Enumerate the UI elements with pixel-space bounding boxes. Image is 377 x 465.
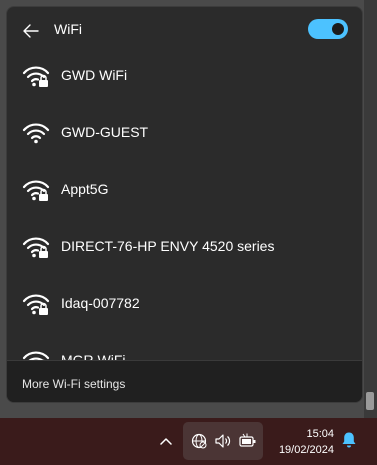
network-item[interactable]: Appt5G: [7, 161, 362, 218]
wifi-lock-icon: [22, 237, 50, 258]
chevron-up-icon: [160, 438, 172, 445]
network-globe-icon: [191, 433, 207, 449]
wifi-icon: [22, 123, 50, 144]
network-name: Appt5G: [61, 181, 109, 197]
arrow-left-icon: [23, 24, 39, 38]
wifi-lock-icon: [22, 294, 50, 315]
flyout-title: WiFi: [54, 21, 82, 37]
network-item[interactable]: GWD-GUEST: [7, 104, 362, 161]
notification-bell-icon[interactable]: [341, 431, 357, 449]
scrollbar-thumb[interactable]: [366, 392, 374, 410]
network-item[interactable]: DIRECT-76-HP ENVY 4520 series: [7, 218, 362, 275]
network-name: MGR WiFi: [61, 352, 126, 360]
network-name: GWD-GUEST: [61, 124, 149, 140]
wifi-toggle[interactable]: [308, 19, 348, 39]
wifi-flyout: WiFi GWD WiFi GWD-GUEST Appt5G DIRECT-76…: [6, 6, 363, 403]
network-item[interactable]: MGR WiFi: [7, 332, 362, 360]
show-hidden-icons-button[interactable]: [157, 431, 175, 451]
more-wifi-settings-link[interactable]: More Wi-Fi settings: [22, 377, 125, 391]
volume-icon: [215, 434, 231, 448]
network-item[interactable]: Idaq-007782: [7, 275, 362, 332]
wifi-lock-icon: [22, 180, 50, 201]
toggle-knob: [332, 23, 344, 35]
wifi-lock-icon: [22, 66, 50, 87]
network-name: GWD WiFi: [61, 67, 128, 83]
wifi-lock-icon: [22, 351, 50, 360]
clock-time: 15:04: [306, 428, 334, 440]
taskbar: 15:04 19/02/2024: [0, 418, 377, 465]
network-name: Idaq-007782: [61, 295, 140, 311]
clock[interactable]: 15:04 19/02/2024: [270, 426, 334, 458]
back-button[interactable]: [20, 20, 42, 42]
flyout-footer: More Wi-Fi settings: [7, 360, 362, 402]
network-item[interactable]: GWD WiFi: [7, 47, 362, 104]
clock-date: 19/02/2024: [278, 444, 334, 456]
flyout-header: WiFi: [7, 7, 362, 51]
network-name: DIRECT-76-HP ENVY 4520 series: [61, 238, 275, 254]
battery-charging-icon: [239, 433, 256, 447]
network-list: GWD WiFi GWD-GUEST Appt5G DIRECT-76-HP E…: [7, 47, 362, 360]
quick-settings-button[interactable]: [183, 422, 263, 460]
desktop-edge: [364, 0, 377, 418]
